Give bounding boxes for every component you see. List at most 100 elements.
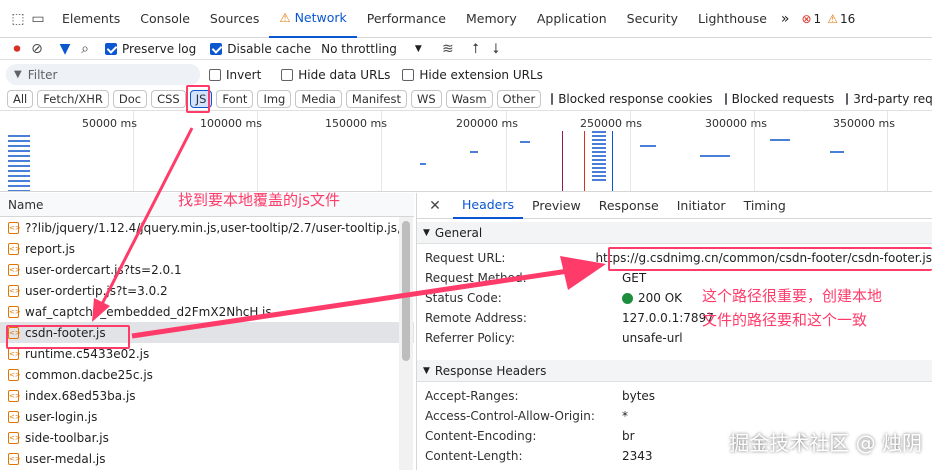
type-font[interactable]: Font [216, 90, 254, 108]
filter-bar: ▼ Filter Invert Hide data URLs Hide exten… [0, 62, 932, 87]
tab-console[interactable]: Console [130, 0, 200, 38]
js-file-icon: <> [8, 347, 21, 360]
js-file-icon: <> [8, 410, 21, 423]
type-css[interactable]: CSS [151, 90, 186, 108]
js-file-icon: <> [8, 389, 21, 402]
header-value: unsafe-url [622, 331, 683, 345]
type-other[interactable]: Other [496, 90, 542, 108]
close-icon[interactable]: ✕ [425, 196, 445, 216]
js-file-icon: <> [8, 242, 21, 255]
list-item[interactable]: <> ??lib/jquery/1.12.4/jquery.min.js,user… [0, 217, 414, 238]
annotation-find-js: 找到要本地覆盖的js文件 [178, 191, 340, 209]
type-img[interactable]: Img [257, 90, 292, 108]
type-wasm[interactable]: Wasm [445, 90, 493, 108]
tab-timing[interactable]: Timing [735, 193, 795, 219]
header-row: Accept-Ranges: bytes [417, 386, 932, 406]
search-icon[interactable]: ⌕ [75, 39, 95, 59]
details-tabbar: ✕ Headers Preview Response Initiator Tim… [417, 193, 932, 219]
tab-elements[interactable]: Elements [52, 0, 130, 38]
tab-lighthouse[interactable]: Lighthouse [688, 0, 777, 38]
tab-application[interactable]: Application [527, 0, 617, 38]
inspect-element-icon[interactable]: ⬚ [8, 9, 28, 29]
tab-memory[interactable]: Memory [456, 0, 527, 38]
preserve-log-checkbox[interactable] [105, 42, 117, 55]
type-all[interactable]: All [7, 90, 34, 108]
header-value: br [622, 429, 635, 443]
header-key: Content-Length: [425, 449, 523, 463]
tab-headers[interactable]: Headers [453, 193, 524, 219]
list-item[interactable]: <> index.68ed53ba.js [0, 385, 414, 406]
list-item[interactable]: <> waf_captcha_embedded_d2FmX2NhcH.js [0, 301, 414, 322]
header-row: Referrer Policy: unsafe-url [417, 328, 932, 348]
blocked-cookies-checkbox[interactable] [551, 93, 554, 105]
disable-cache-checkbox[interactable] [210, 42, 223, 55]
record-stop-icon[interactable]: ⏺ [7, 39, 27, 59]
file-name: side-toolbar.js [25, 430, 109, 445]
filter-input[interactable]: ▼ Filter [6, 64, 200, 85]
tab-performance[interactable]: Performance [357, 0, 456, 38]
type-doc[interactable]: Doc [112, 90, 148, 108]
blocked-requests-checkbox[interactable] [724, 93, 727, 105]
scrollbar[interactable] [399, 217, 413, 470]
request-url-highlight [608, 247, 932, 271]
response-headers-section-header[interactable]: ▼ Response Headers [417, 360, 932, 382]
tab-initiator[interactable]: Initiator [668, 193, 735, 219]
hide-data-urls-label: Hide data URLs [298, 67, 391, 82]
tab-security[interactable]: Security [617, 0, 688, 38]
name-header-label: Name [8, 197, 44, 212]
list-item[interactable]: <> side-toolbar.js [0, 427, 414, 448]
tab-preview[interactable]: Preview [523, 193, 590, 219]
header-key: Status Code: [425, 291, 502, 305]
clear-icon[interactable]: ⊘ [27, 39, 47, 59]
warning-icon[interactable]: ⚠ [827, 12, 838, 26]
filter-funnel-icon[interactable]: ▼ [55, 39, 75, 59]
third-party-checkbox[interactable] [846, 93, 849, 105]
tab-network[interactable]: ⚠ Network [269, 0, 357, 38]
watermark: 掘金技术社区 @ 烛阴 [729, 431, 922, 455]
list-item[interactable]: <> user-medal.js [0, 448, 414, 469]
throttling-select[interactable]: No throttling [321, 42, 397, 56]
tick-label: 350000 ms [833, 117, 895, 130]
type-ws[interactable]: WS [410, 90, 442, 108]
network-overview-timeline[interactable]: 50000 ms 100000 ms 150000 ms 200000 ms 2… [0, 110, 932, 192]
disable-cache-label: Disable cache [227, 41, 312, 56]
general-section-header[interactable]: ▼ General [417, 222, 932, 244]
list-item[interactable]: <> user-ordercart.js?ts=2.0.1 [0, 259, 414, 280]
header-value: GET [622, 271, 647, 285]
list-item[interactable]: <> user-login.js [0, 406, 414, 427]
general-title: General [434, 225, 483, 240]
type-manifest[interactable]: Manifest [345, 90, 407, 108]
invert-checkbox[interactable] [209, 68, 221, 81]
tab-network-label: Network [294, 10, 347, 25]
list-item[interactable]: <> user-ordertip.js?t=3.0.2 [0, 280, 414, 301]
more-tabs-button[interactable]: » [781, 11, 790, 27]
header-key: Accept-Ranges: [425, 389, 519, 403]
header-key: Referrer Policy: [425, 331, 515, 345]
type-fetch-xhr[interactable]: Fetch/XHR [37, 90, 109, 108]
error-icon[interactable]: ⊗ [801, 12, 811, 26]
list-item[interactable]: <> common.dacbe25c.js [0, 364, 414, 385]
header-value: bytes [622, 389, 656, 403]
hide-data-urls-checkbox[interactable] [281, 68, 294, 81]
network-conditions-icon[interactable]: ≋ [438, 39, 458, 59]
type-media[interactable]: Media [295, 90, 342, 108]
preserve-log-label: Preserve log [122, 41, 197, 56]
file-name: report.js [25, 241, 76, 256]
request-bars [420, 163, 426, 165]
import-har-icon[interactable]: ⭡ [466, 39, 486, 59]
js-file-icon: <> [8, 368, 21, 381]
filter-placeholder: Filter [27, 67, 58, 82]
device-toolbar-icon[interactable]: ▭ [28, 9, 48, 29]
export-har-icon[interactable]: ⭣ [486, 39, 506, 59]
warning-count: 16 [839, 11, 856, 26]
tick-label: 100000 ms [200, 117, 262, 130]
blocked-cookies-label: Blocked response cookies [558, 92, 713, 106]
tick-label: 250000 ms [580, 117, 642, 130]
list-item[interactable]: <> report.js [0, 238, 414, 259]
hide-extension-urls-checkbox[interactable] [402, 68, 415, 81]
file-name: user-login.js [25, 409, 98, 424]
scrollbar-thumb[interactable] [402, 221, 410, 361]
header-value: 2343 [622, 449, 653, 463]
tab-sources[interactable]: Sources [200, 0, 269, 38]
tab-response[interactable]: Response [590, 193, 668, 219]
